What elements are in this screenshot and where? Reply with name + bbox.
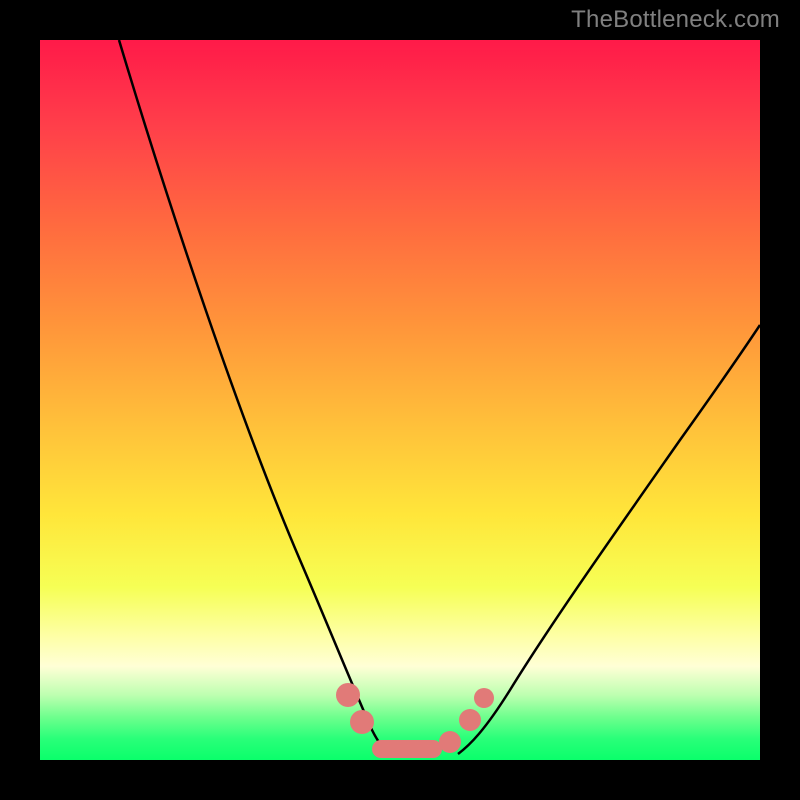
valley-dots	[336, 683, 494, 758]
v-curve	[40, 40, 760, 760]
plot-area	[40, 40, 760, 760]
left-curve-line	[119, 40, 390, 754]
right-curve-line	[458, 325, 760, 754]
chart-frame: TheBottleneck.com	[0, 0, 800, 800]
watermark-text: TheBottleneck.com	[571, 6, 780, 34]
